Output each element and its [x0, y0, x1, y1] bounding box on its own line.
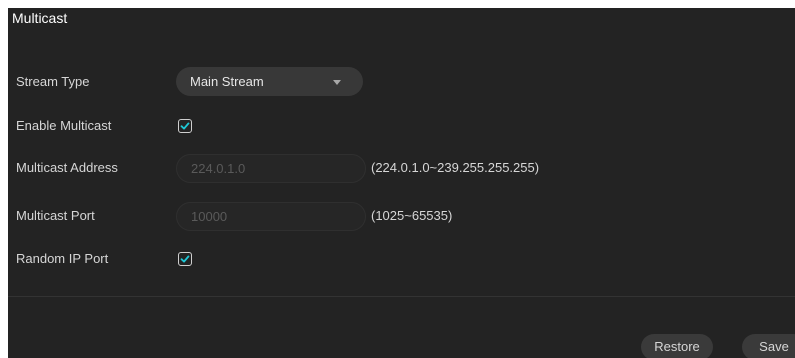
- multicast-address-range-hint: (224.0.1.0~239.255.255.255): [371, 160, 540, 175]
- stream-type-select[interactable]: Main Stream: [176, 67, 363, 96]
- panel-title: Multicast: [12, 10, 68, 26]
- restore-button[interactable]: Restore: [641, 334, 713, 358]
- multicast-panel: Multicast Stream Type Main Stream Enable…: [8, 8, 795, 358]
- multicast-port-input[interactable]: [176, 202, 366, 231]
- multicast-port-label: Multicast Port: [16, 208, 95, 223]
- section-divider: [8, 296, 795, 297]
- enable-multicast-checkbox[interactable]: [178, 119, 192, 133]
- checkmark-icon: [180, 122, 190, 130]
- random-ip-port-label: Random IP Port: [16, 251, 109, 266]
- dropdown-caret-icon: [333, 80, 341, 85]
- checkmark-icon: [180, 255, 190, 263]
- multicast-port-range-hint: (1025~65535): [371, 208, 453, 223]
- random-ip-port-checkbox[interactable]: [178, 252, 192, 266]
- stream-type-value: Main Stream: [190, 74, 264, 89]
- save-button[interactable]: Save: [742, 334, 795, 358]
- multicast-address-input[interactable]: [176, 154, 366, 183]
- stream-type-label: Stream Type: [16, 74, 90, 89]
- multicast-address-label: Multicast Address: [16, 160, 118, 175]
- enable-multicast-label: Enable Multicast: [16, 118, 112, 133]
